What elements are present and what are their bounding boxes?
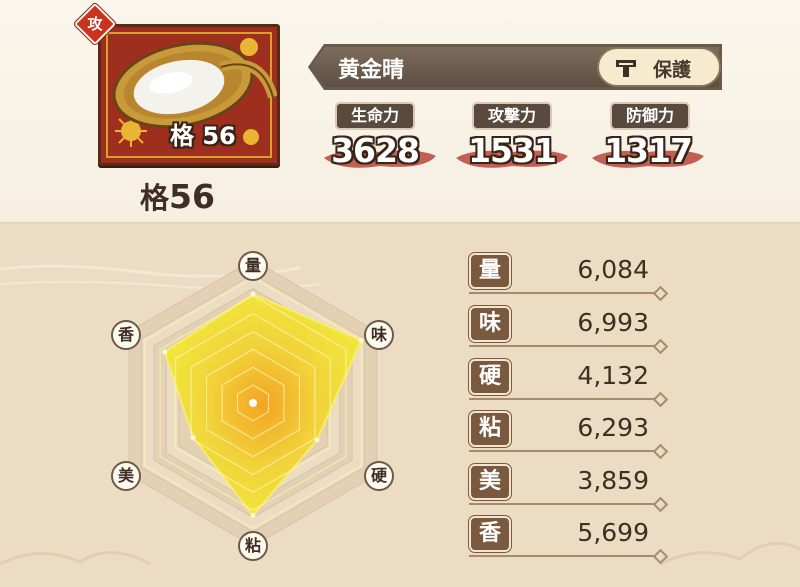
radar-axis-label: 硬	[364, 461, 394, 491]
attribute-row: 硬 4,132	[469, 359, 669, 409]
stat-atk-value: 1531	[468, 131, 557, 170]
attribute-row: 美 3,859	[469, 464, 669, 514]
attribute-label: 硬	[469, 359, 511, 395]
radar-axis-label: 量	[238, 251, 268, 281]
stat-atk-label: 攻撃力	[472, 102, 552, 130]
radar-axis-label: 美	[111, 461, 141, 491]
attribute-label: 美	[469, 464, 511, 500]
stat-hp-label: 生命力	[335, 102, 415, 130]
attribute-value: 6,293	[577, 413, 649, 442]
attribute-row: 量 6,084	[469, 253, 669, 303]
attribute-row: 香 5,699	[469, 516, 669, 566]
radar-data-point	[190, 434, 196, 440]
radar-axis-label: 香	[111, 320, 141, 350]
attribute-value: 6,084	[577, 255, 649, 284]
grade-value: 56	[169, 177, 215, 216]
radar-data-point	[314, 437, 320, 443]
radar-axis-label: 粘	[238, 531, 268, 561]
card-grade-text: 格 56	[170, 122, 236, 150]
radar-axis-label: 味	[364, 320, 394, 350]
attribute-label: 粘	[469, 411, 511, 447]
attribute-label: 味	[469, 306, 511, 342]
item-name: 黄金晴	[338, 58, 405, 83]
stat-def-value: 1317	[604, 131, 693, 170]
attribute-value: 6,993	[577, 308, 649, 337]
protect-button[interactable]: 保護	[597, 47, 721, 87]
grade-label: 格56	[140, 175, 215, 217]
radar-center	[249, 399, 257, 407]
attribute-value: 5,699	[577, 518, 649, 547]
attribute-row: 味 6,993	[469, 306, 669, 356]
attribute-value: 4,132	[577, 361, 649, 390]
lock-icon	[616, 60, 636, 77]
stat-hp-value: 3628	[331, 131, 420, 170]
radar-data-point	[162, 349, 168, 355]
attribute-label: 香	[469, 516, 511, 552]
attribute-row: 粘 6,293	[469, 411, 669, 461]
radar-data-point	[250, 291, 256, 297]
protect-label: 保護	[653, 59, 692, 81]
stat-def-label: 防御力	[610, 102, 690, 130]
radar-data-point	[250, 512, 256, 518]
radar-chart	[128, 259, 378, 547]
attribute-label: 量	[469, 253, 511, 289]
attribute-value: 3,859	[577, 466, 649, 495]
grade-prefix: 格	[140, 181, 170, 215]
radar-data-point	[358, 338, 364, 344]
